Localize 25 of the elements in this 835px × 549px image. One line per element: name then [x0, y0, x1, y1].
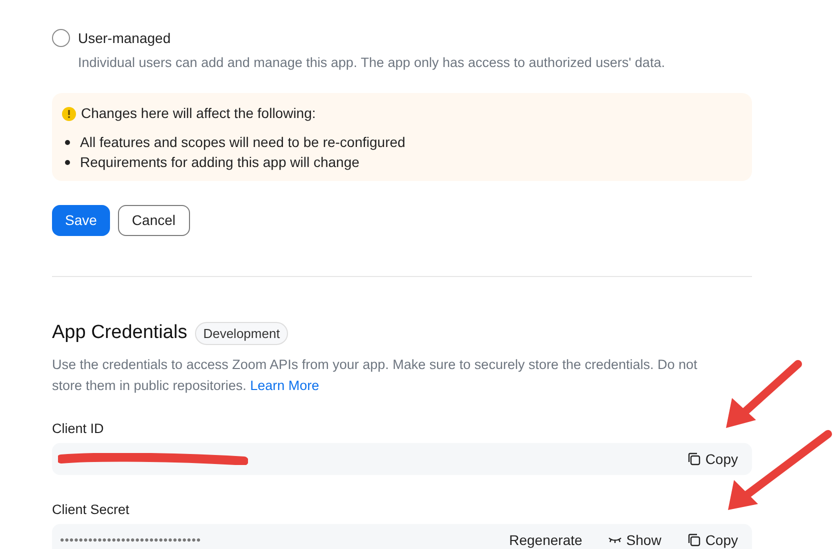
field-label: Client Secret	[52, 501, 130, 519]
radio-button[interactable]	[52, 29, 70, 47]
environment-badge: Development	[195, 322, 288, 346]
copy-button[interactable]: Copy	[683, 530, 742, 549]
save-button[interactable]: Save	[52, 205, 110, 236]
warning-item: Requirements for adding this app will change	[80, 152, 360, 172]
learn-more-link[interactable]: Learn More	[250, 378, 320, 393]
regenerate-button[interactable]: Regenerate	[505, 530, 586, 549]
credentials-description: Use the credentials to access Zoom APIs from your app. Make sure to securely store the credentials. Do not store them in public repositories. Learn More	[52, 356, 698, 395]
warning-title: Changes here will affect the following:	[81, 104, 316, 124]
bullet-icon	[65, 140, 70, 145]
show-button[interactable]: Show	[604, 530, 666, 549]
bullet-icon	[65, 160, 70, 165]
copy-icon	[687, 533, 702, 548]
section-title: App Credentials	[52, 321, 188, 346]
secret-value: ••••••••••••••••••••••••••••••	[60, 532, 202, 549]
option-label: User-managed	[78, 29, 172, 48]
copy-icon	[687, 452, 702, 466]
cancel-button[interactable]: Cancel	[118, 205, 190, 236]
copy-button[interactable]: Copy	[683, 448, 742, 470]
eye-closed-icon	[608, 536, 622, 544]
option-description: Individual users can add and manage this app. The app only has access to authorized users' data.	[78, 54, 665, 72]
warning-icon	[62, 106, 76, 121]
warning-item: All features and scopes will need to be re-configured	[80, 132, 406, 152]
field-label: Client ID	[52, 420, 105, 438]
